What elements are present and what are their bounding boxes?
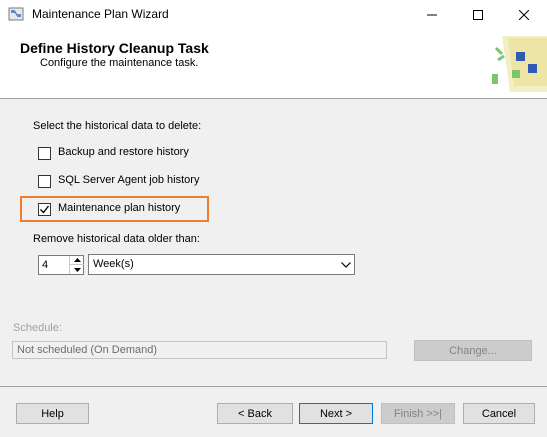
title-bar: Maintenance Plan Wizard: [0, 0, 547, 30]
page-title: Define History Cleanup Task: [20, 40, 209, 56]
maintenance-plan-history-label[interactable]: Maintenance plan history: [58, 202, 180, 214]
maximize-icon: [473, 10, 483, 20]
wizard-banner-icon: [488, 30, 547, 98]
maintenance-plan-history-checkbox[interactable]: [38, 203, 51, 216]
cancel-button[interactable]: Cancel: [463, 403, 535, 424]
select-historical-label: Select the historical data to delete:: [33, 120, 202, 132]
change-schedule-button[interactable]: Change...: [414, 340, 532, 361]
footer-divider: [0, 386, 547, 387]
agent-job-history-label[interactable]: SQL Server Agent job history: [58, 174, 199, 186]
minimize-icon: [427, 14, 437, 16]
chevron-down-icon: [73, 267, 81, 272]
next-button[interactable]: Next >: [299, 403, 373, 424]
schedule-value: Not scheduled (On Demand): [17, 344, 158, 356]
schedule-field: Not scheduled (On Demand): [12, 341, 387, 359]
backup-restore-label[interactable]: Backup and restore history: [58, 146, 189, 158]
agent-job-history-checkbox[interactable]: [38, 175, 51, 188]
chevron-down-icon: [340, 261, 351, 268]
spinner-buttons: [69, 256, 84, 274]
page-subtitle: Configure the maintenance task.: [40, 57, 199, 69]
chevron-up-icon: [73, 258, 81, 262]
app-icon: [8, 6, 24, 22]
age-value[interactable]: 4: [42, 259, 48, 271]
backup-restore-checkbox[interactable]: [38, 147, 51, 160]
age-value-spinner[interactable]: 4: [38, 255, 84, 275]
close-button[interactable]: [501, 0, 547, 30]
window-title: Maintenance Plan Wizard: [32, 7, 169, 21]
close-icon: [519, 10, 529, 20]
maximize-button[interactable]: [455, 0, 501, 30]
spin-up-button[interactable]: [70, 256, 84, 265]
dropdown-arrow[interactable]: [337, 255, 354, 274]
wizard-header: Define History Cleanup Task Configure th…: [0, 30, 547, 99]
minimize-button[interactable]: [409, 0, 455, 30]
back-button[interactable]: < Back: [217, 403, 293, 424]
spin-down-button[interactable]: [70, 265, 84, 274]
age-unit-dropdown[interactable]: Week(s): [88, 254, 355, 275]
help-button[interactable]: Help: [16, 403, 89, 424]
finish-button[interactable]: Finish >>|: [381, 403, 455, 424]
schedule-label: Schedule:: [13, 322, 62, 334]
remove-older-than-label: Remove historical data older than:: [33, 233, 200, 245]
checkmark-icon: [40, 205, 50, 214]
age-unit-value[interactable]: Week(s): [93, 258, 134, 270]
